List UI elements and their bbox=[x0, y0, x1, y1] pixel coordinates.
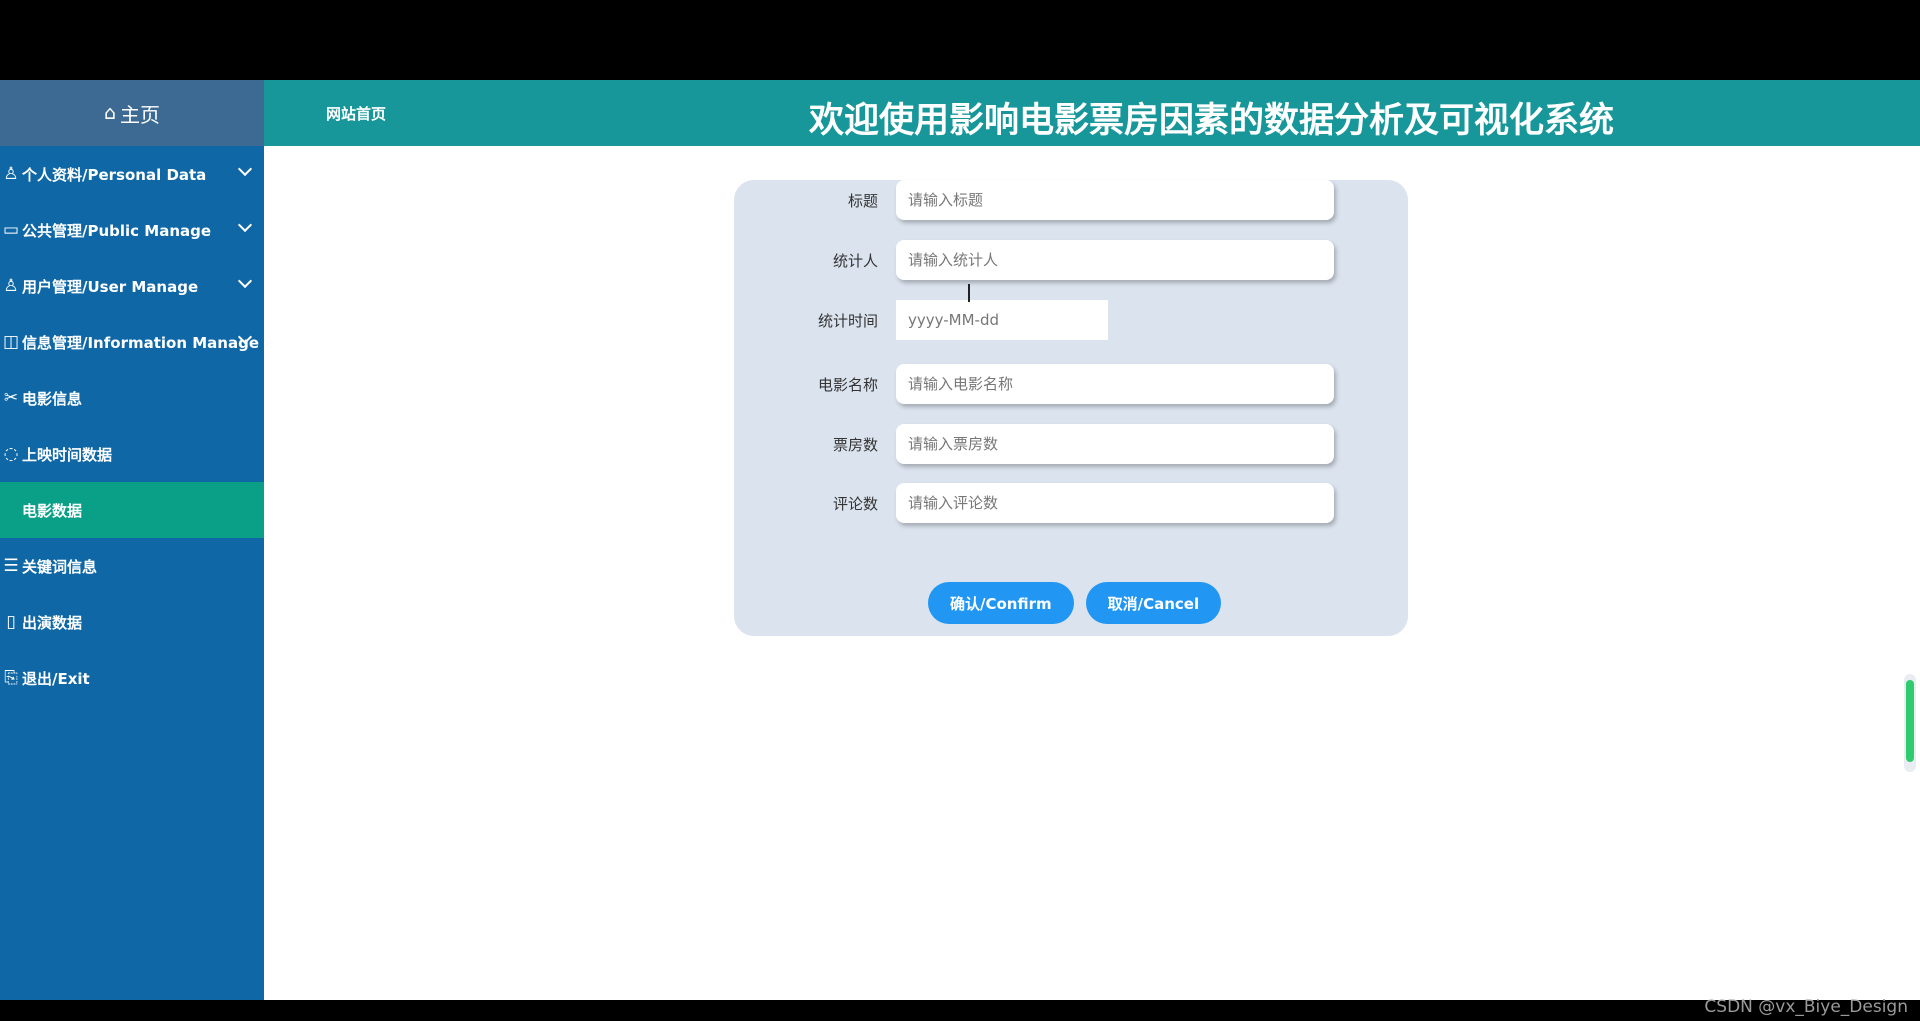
user-manage-icon: ♙ bbox=[3, 276, 19, 296]
sidebar-item-label: 公共管理/Public Manage bbox=[22, 221, 212, 240]
form-row-comments: 评论数 bbox=[734, 483, 1334, 523]
sidebar-item-public-manage[interactable]: ▭ 公共管理/Public Manage bbox=[0, 202, 264, 258]
page-title: 欢迎使用影响电影票房因素的数据分析及可视化系统 bbox=[809, 101, 1615, 141]
sidebar-item-exit[interactable]: ⎘ 退出/Exit bbox=[0, 650, 264, 706]
sidebar-item-cast-data[interactable]: ▯ 出演数据 bbox=[0, 594, 264, 650]
clock-user-icon: ◌ bbox=[3, 444, 19, 464]
exit-icon: ⎘ bbox=[4, 668, 18, 688]
sidebar-item-label: 个人资料/Personal Data bbox=[22, 165, 207, 184]
watermark: CSDN @vx_Biye_Design bbox=[1704, 997, 1908, 1017]
top-header: 网站首页 欢迎使用影响电影票房因素的数据分析及可视化系统 bbox=[264, 80, 1920, 146]
monitor-icon: ▭ bbox=[2, 220, 20, 240]
user-icon: ♙ bbox=[3, 164, 19, 184]
sidebar-item-label: 用户管理/User Manage bbox=[22, 277, 199, 296]
stat-time-label: 统计时间 bbox=[817, 311, 878, 330]
cancel-button[interactable]: 取消/Cancel bbox=[1085, 582, 1222, 624]
sidebar-item-user-manage[interactable]: ♙ 用户管理/User Manage bbox=[0, 258, 264, 314]
text-cursor-icon bbox=[968, 284, 970, 302]
chevron-down-icon bbox=[237, 217, 253, 233]
sidebar-item-personal-data[interactable]: ♙ 个人资料/Personal Data bbox=[0, 146, 264, 202]
sidebar-item-information-manage[interactable]: ◫ 信息管理/Information Manage bbox=[0, 314, 264, 370]
book-icon: ▯ bbox=[6, 612, 16, 632]
statistician-input[interactable] bbox=[896, 240, 1334, 280]
title-label: 标题 bbox=[847, 191, 878, 210]
sidebar-home-label: 主页 bbox=[120, 102, 161, 127]
sidebar-item-label: 电影数据 bbox=[22, 501, 83, 520]
comments-input[interactable] bbox=[896, 483, 1334, 523]
sidebar: ⌂ 主页 ♙ 个人资料/Personal Data ▭ 公共管理/Public … bbox=[0, 80, 264, 1000]
movie-name-input[interactable] bbox=[896, 364, 1334, 404]
sidebar-item-label: 信息管理/Information Manage bbox=[22, 333, 259, 352]
stat-time-date-input[interactable] bbox=[896, 300, 1108, 340]
movie-data-form: 标题 统计人 统计时间 电影名称 票房数 评论数 确认/Confirm 取消/C… bbox=[734, 180, 1408, 636]
chevron-down-icon bbox=[237, 161, 253, 177]
statistician-label: 统计人 bbox=[832, 251, 878, 270]
site-home-link[interactable]: 网站首页 bbox=[326, 103, 386, 124]
comments-label: 评论数 bbox=[832, 494, 878, 513]
sidebar-menu: ♙ 个人资料/Personal Data ▭ 公共管理/Public Manag… bbox=[0, 146, 264, 706]
sidebar-item-release-time-data[interactable]: ◌ 上映时间数据 bbox=[0, 426, 264, 482]
sidebar-home[interactable]: ⌂ 主页 bbox=[0, 80, 264, 146]
chevron-down-icon bbox=[237, 273, 253, 289]
sidebar-item-keyword-info[interactable]: ☰ 关键词信息 bbox=[0, 538, 264, 594]
form-row-movie-name: 电影名称 bbox=[734, 364, 1334, 404]
title-input[interactable] bbox=[896, 180, 1334, 220]
confirm-button[interactable]: 确认/Confirm bbox=[928, 582, 1074, 624]
app-window: ⌂ 主页 ♙ 个人资料/Personal Data ▭ 公共管理/Public … bbox=[0, 80, 1920, 1000]
sidebar-item-label: 电影信息 bbox=[22, 389, 83, 408]
sidebar-item-label: 关键词信息 bbox=[22, 557, 98, 576]
list-icon: ☰ bbox=[3, 556, 19, 576]
sidebar-item-movie-info[interactable]: ✂ 电影信息 bbox=[0, 370, 264, 426]
sidebar-item-label: 上映时间数据 bbox=[22, 445, 113, 464]
sidebar-item-movie-data[interactable]: 电影数据 bbox=[0, 482, 264, 538]
box-office-label: 票房数 bbox=[832, 435, 878, 454]
form-row-title: 标题 bbox=[734, 180, 1334, 220]
form-row-statistician: 统计人 bbox=[734, 240, 1334, 280]
sidebar-item-label: 出演数据 bbox=[22, 613, 83, 632]
sidebar-item-label: 退出/Exit bbox=[22, 669, 90, 688]
form-actions: 确认/Confirm 取消/Cancel bbox=[928, 582, 1222, 624]
form-row-stat-time: 统计时间 bbox=[734, 300, 1108, 340]
film-icon: ✂ bbox=[3, 388, 19, 408]
movie-name-label: 电影名称 bbox=[817, 375, 878, 394]
form-row-box-office: 票房数 bbox=[734, 424, 1334, 464]
box-office-input[interactable] bbox=[896, 424, 1334, 464]
scrollbar-thumb[interactable] bbox=[1906, 680, 1914, 762]
home-icon: ⌂ bbox=[103, 102, 117, 124]
info-icon: ◫ bbox=[2, 332, 20, 352]
